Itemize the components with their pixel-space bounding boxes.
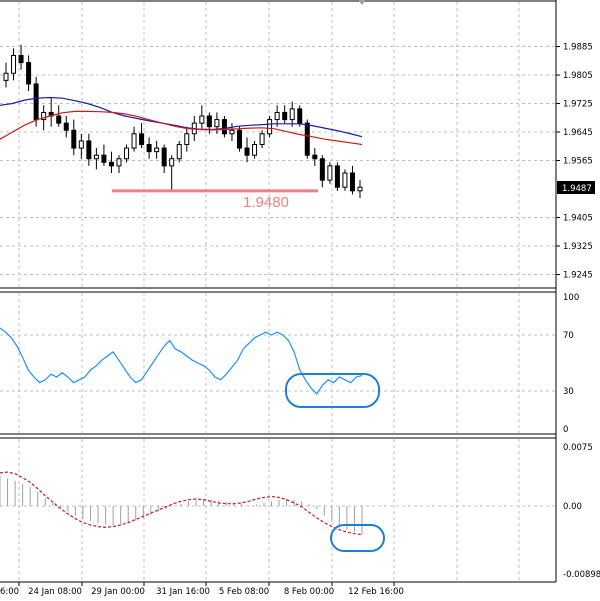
macd-panel bbox=[0, 471, 385, 552]
time-tick-label: 6:00 bbox=[0, 587, 19, 597]
macd-tick-label: -0.00898 bbox=[563, 570, 600, 580]
candle-body bbox=[108, 161, 114, 167]
price-tick-label: 1.9325 bbox=[563, 242, 593, 252]
candle-body bbox=[236, 129, 242, 149]
price-panel bbox=[0, 44, 363, 198]
rsi-tick-label: 70 bbox=[563, 331, 574, 341]
candle-body bbox=[229, 129, 235, 135]
candle-body bbox=[199, 115, 205, 124]
rsi-line bbox=[0, 327, 363, 395]
candle-body bbox=[342, 172, 348, 188]
time-tick-label: 8 Feb 00:00 bbox=[284, 587, 334, 597]
candle-body bbox=[176, 144, 182, 160]
candle-body bbox=[161, 147, 167, 167]
price-tick-label: 1.9805 bbox=[563, 71, 593, 81]
support-level-label: 1.9480 bbox=[243, 194, 289, 211]
candle-body bbox=[282, 111, 288, 121]
candle-body bbox=[33, 83, 39, 121]
time-tick-label: 5 Feb 08:00 bbox=[219, 587, 269, 597]
candle-body bbox=[334, 165, 340, 188]
candle-body bbox=[267, 119, 273, 135]
price-tick-label: 1.9885 bbox=[563, 43, 593, 53]
price-tick-label: 1.9405 bbox=[563, 214, 593, 224]
chart-shift-marker-icon[interactable] bbox=[358, 0, 366, 5]
candle-body bbox=[86, 140, 92, 160]
candle-body bbox=[63, 122, 69, 131]
trading-chart: 1.9885 1.9805 1.9725 1.9645 1.9565 1.9405 1.93… bbox=[0, 0, 600, 597]
candle-body bbox=[3, 72, 9, 81]
candle-body bbox=[221, 119, 227, 135]
candle-body bbox=[26, 62, 32, 85]
candle-body bbox=[312, 154, 318, 160]
candle-body bbox=[214, 119, 220, 128]
candle-body bbox=[327, 165, 333, 181]
macd-tick-label: 0.0075 bbox=[563, 443, 593, 453]
candle-body bbox=[319, 158, 325, 181]
time-tick-label: 12 Feb 16:00 bbox=[348, 587, 404, 597]
candle-body bbox=[154, 147, 160, 153]
price-tick-label: 1.9245 bbox=[563, 271, 593, 281]
candle-body bbox=[252, 144, 258, 156]
current-price-label: 1.9487 bbox=[562, 184, 592, 194]
candle-body bbox=[116, 158, 122, 167]
candle-body bbox=[244, 147, 250, 156]
candle-body bbox=[357, 186, 363, 192]
macd-tick-label: 0.00 bbox=[563, 502, 582, 512]
rsi-tick-label: 30 bbox=[563, 387, 574, 397]
candle-body bbox=[349, 172, 355, 192]
candle-body bbox=[18, 54, 24, 64]
candle-body bbox=[78, 140, 84, 149]
rsi-tick-label: 100 bbox=[563, 293, 579, 303]
candle-body bbox=[146, 144, 152, 153]
candle-body bbox=[304, 122, 310, 156]
rsi-tick-label: 0 bbox=[563, 425, 568, 435]
candle-body bbox=[297, 108, 303, 124]
price-tick-label: 1.9565 bbox=[563, 157, 593, 167]
candle-body bbox=[184, 133, 190, 145]
candle-body bbox=[169, 158, 175, 167]
candle-body bbox=[93, 154, 99, 160]
rsi-panel bbox=[0, 327, 380, 408]
panel-frames bbox=[0, 0, 557, 583]
time-tick-label: 24 Jan 08:00 bbox=[28, 587, 82, 597]
candle-body bbox=[124, 147, 130, 160]
candle-body bbox=[206, 115, 212, 128]
candle-body bbox=[139, 133, 145, 145]
candle-body bbox=[101, 154, 107, 163]
price-tick-label: 1.9725 bbox=[563, 100, 593, 110]
candle-body bbox=[289, 108, 295, 121]
candle-body bbox=[274, 111, 280, 121]
time-tick-label: 29 Jan 00:00 bbox=[91, 587, 145, 597]
time-tick-label: 31 Jan 16:00 bbox=[156, 587, 210, 597]
price-tick-label: 1.9645 bbox=[563, 128, 593, 138]
macd-signal-line bbox=[0, 471, 363, 536]
candle-body bbox=[11, 54, 17, 74]
candle-body bbox=[259, 133, 265, 145]
candle-body bbox=[56, 115, 62, 124]
candle-body bbox=[131, 133, 137, 149]
candle-body bbox=[71, 129, 77, 149]
